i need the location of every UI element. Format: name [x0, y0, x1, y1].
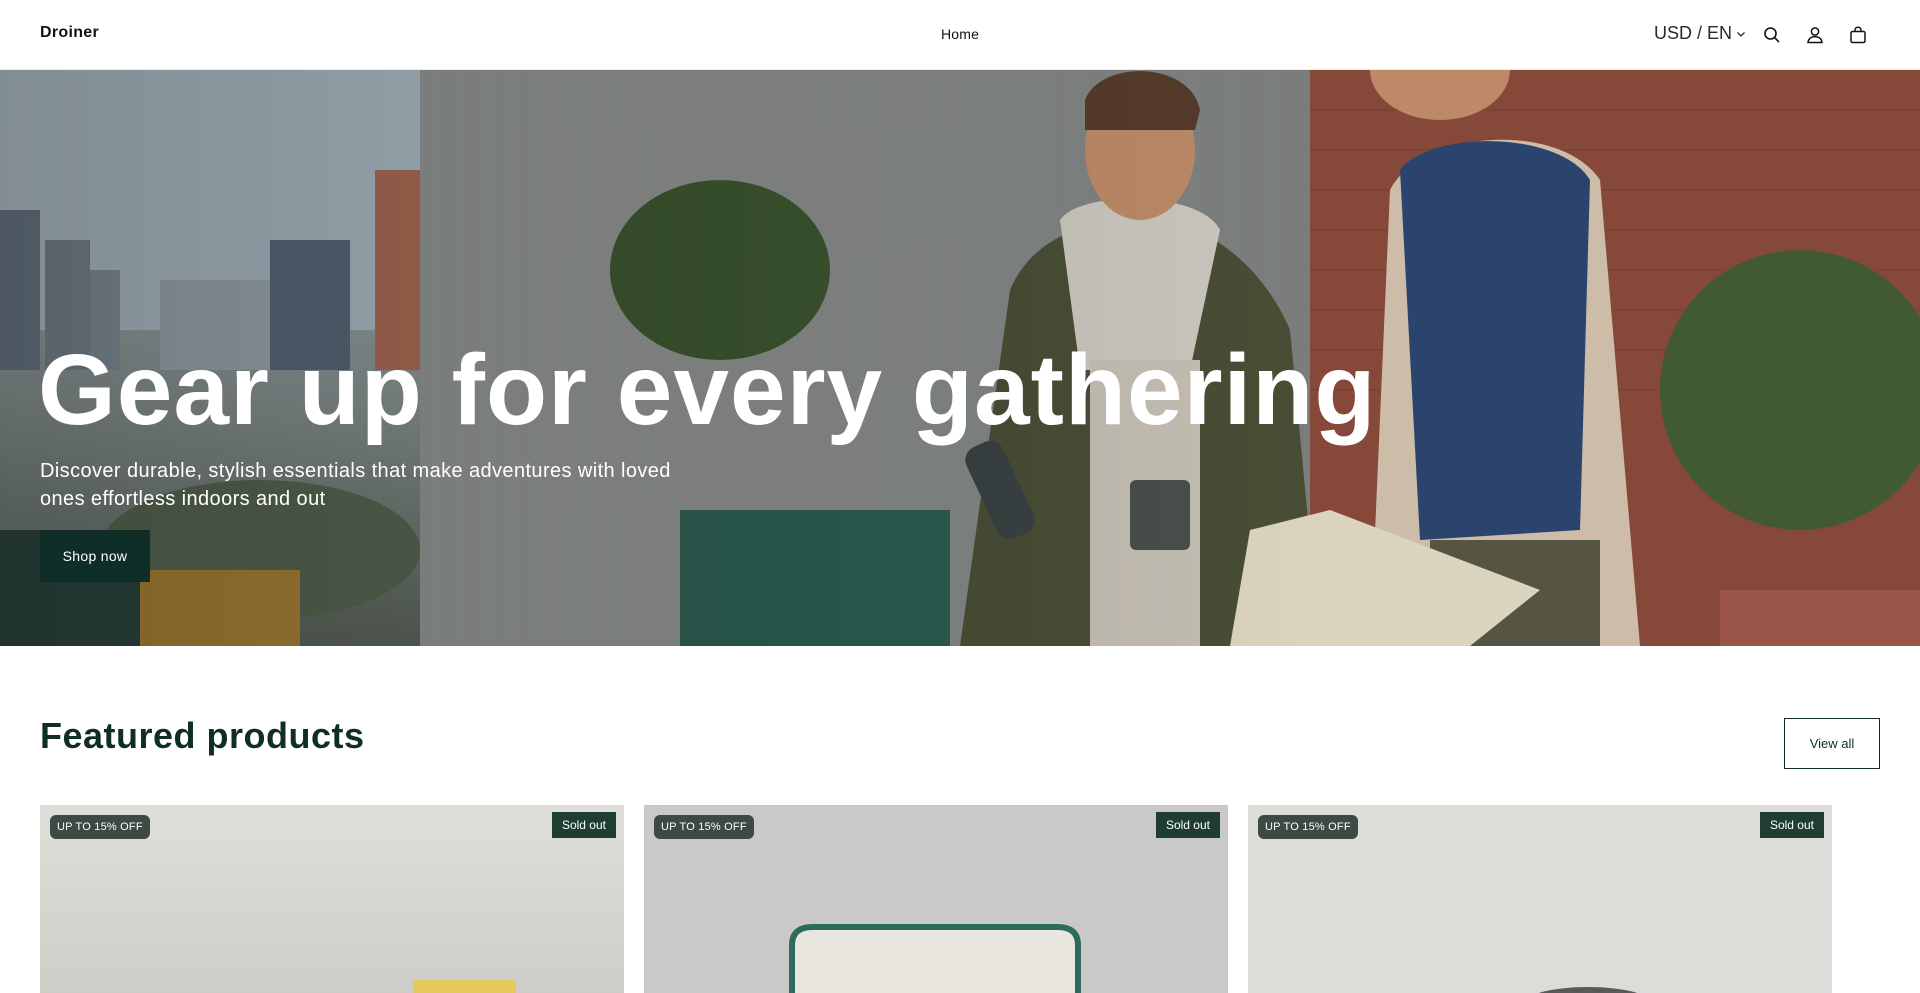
product-card[interactable]: UP TO 15% OFF Sold out	[644, 805, 1228, 993]
discount-badge: UP TO 15% OFF	[654, 815, 754, 839]
product-card[interactable]: UP TO 15% OFF Sold out	[40, 805, 624, 993]
sold-out-badge: Sold out	[1155, 812, 1220, 838]
hero-banner: Gear up for every gathering Discover dur…	[0, 70, 1920, 646]
discount-badge: UP TO 15% OFF	[1258, 815, 1358, 839]
account-icon[interactable]	[1804, 24, 1826, 46]
cart-icon[interactable]	[1847, 24, 1869, 46]
view-all-button[interactable]: View all	[1784, 718, 1880, 769]
site-logo[interactable]: Droiner	[40, 24, 99, 42]
site-header: Droiner Home USD / EN	[0, 0, 1920, 70]
discount-badge: UP TO 15% OFF	[50, 815, 150, 839]
nav-link-home[interactable]: Home	[941, 26, 979, 42]
featured-products-title: Featured products	[40, 715, 365, 756]
product-card[interactable]: UP TO 15% OFF Sold out	[1248, 805, 1832, 993]
sold-out-badge: Sold out	[1759, 812, 1824, 838]
sold-out-badge: Sold out	[551, 812, 616, 838]
chevron-down-icon	[1736, 23, 1746, 44]
locale-selector[interactable]: USD / EN	[1654, 23, 1746, 44]
hero-title: Gear up for every gathering	[38, 334, 1377, 446]
shop-now-button[interactable]: Shop now	[40, 530, 150, 582]
search-icon[interactable]	[1761, 24, 1783, 46]
locale-label: USD / EN	[1654, 23, 1733, 43]
hero-subtitle: Discover durable, stylish essentials tha…	[40, 460, 671, 510]
